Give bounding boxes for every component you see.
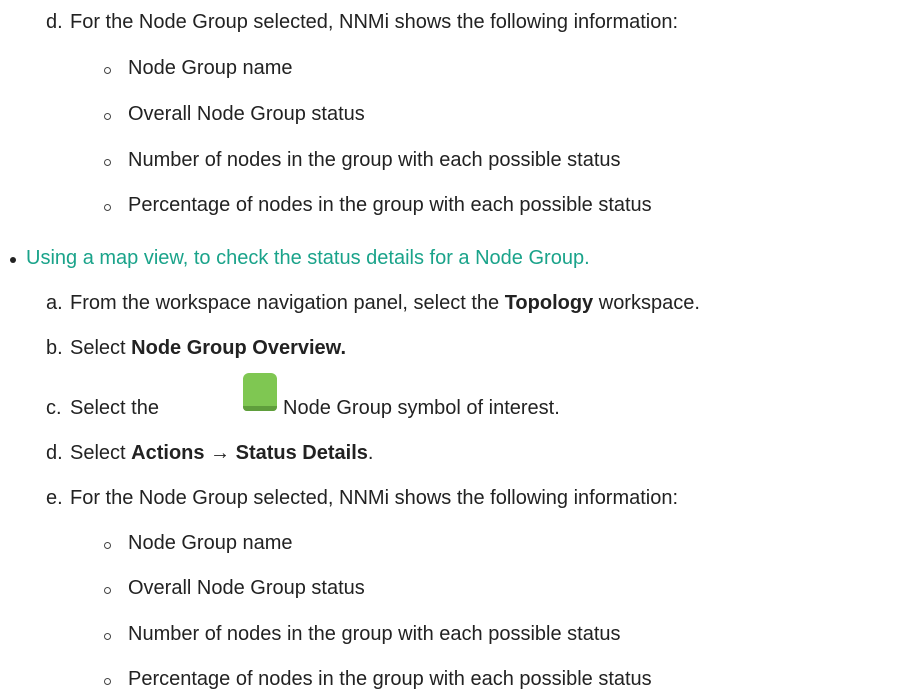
list-marker-b: b. (46, 337, 63, 359)
bullet-item: Overall Node Group status (128, 577, 365, 599)
list-marker-c: c. (46, 397, 62, 419)
disc-bullet-icon (10, 257, 16, 263)
step-c-pre: Select the (70, 397, 159, 419)
step-d-post: . (367, 442, 374, 464)
circle-bullet-icon (104, 113, 111, 120)
bullet-item: Node Group name (128, 532, 293, 554)
step-d-text: Select Actions → Status Details. (70, 441, 373, 465)
list-marker-e: e. (46, 487, 63, 509)
circle-bullet-icon (104, 204, 111, 211)
status-details-label: Status Details (235, 442, 368, 464)
node-group-overview-label: Node Group Overview. (131, 337, 347, 359)
menu-arrow: → (204, 442, 236, 464)
circle-bullet-icon (104, 678, 111, 685)
circle-bullet-icon (104, 633, 111, 640)
actions-label: Actions (131, 442, 205, 464)
list-marker-d2: d. (46, 442, 63, 464)
circle-bullet-icon (104, 67, 111, 74)
step-a-post: workspace. (593, 292, 700, 314)
node-group-symbol-icon (243, 373, 277, 411)
circle-bullet-icon (104, 159, 111, 166)
step-a-pre: From the workspace navigation panel, sel… (70, 292, 505, 314)
step-b-text: Select Node Group Overview. (70, 336, 346, 360)
bullet-item: Node Group name (128, 57, 293, 79)
topology-label: Topology (504, 292, 594, 314)
step-c-post: Node Group symbol of interest. (283, 397, 560, 419)
list-marker-d: d. (46, 11, 63, 33)
bullet-item: Percentage of nodes in the group with ea… (128, 194, 652, 216)
bullet-item: Number of nodes in the group with each p… (128, 623, 621, 645)
bullet-item: Percentage of nodes in the group with ea… (128, 668, 652, 690)
step-b-pre: Select (70, 337, 132, 359)
list-marker-a: a. (46, 292, 63, 314)
step-a-text: From the workspace navigation panel, sel… (70, 291, 700, 315)
bullet-item: Number of nodes in the group with each p… (128, 149, 621, 171)
circle-bullet-icon (104, 587, 111, 594)
bullet-item: Overall Node Group status (128, 103, 365, 125)
list-item-text: For the Node Group selected, NNMi shows … (70, 11, 679, 33)
circle-bullet-icon (104, 542, 111, 549)
section-link[interactable]: Using a map view, to check the status de… (26, 246, 590, 270)
step-e-text: For the Node Group selected, NNMi shows … (70, 487, 679, 509)
step-d-pre: Select (70, 442, 132, 464)
